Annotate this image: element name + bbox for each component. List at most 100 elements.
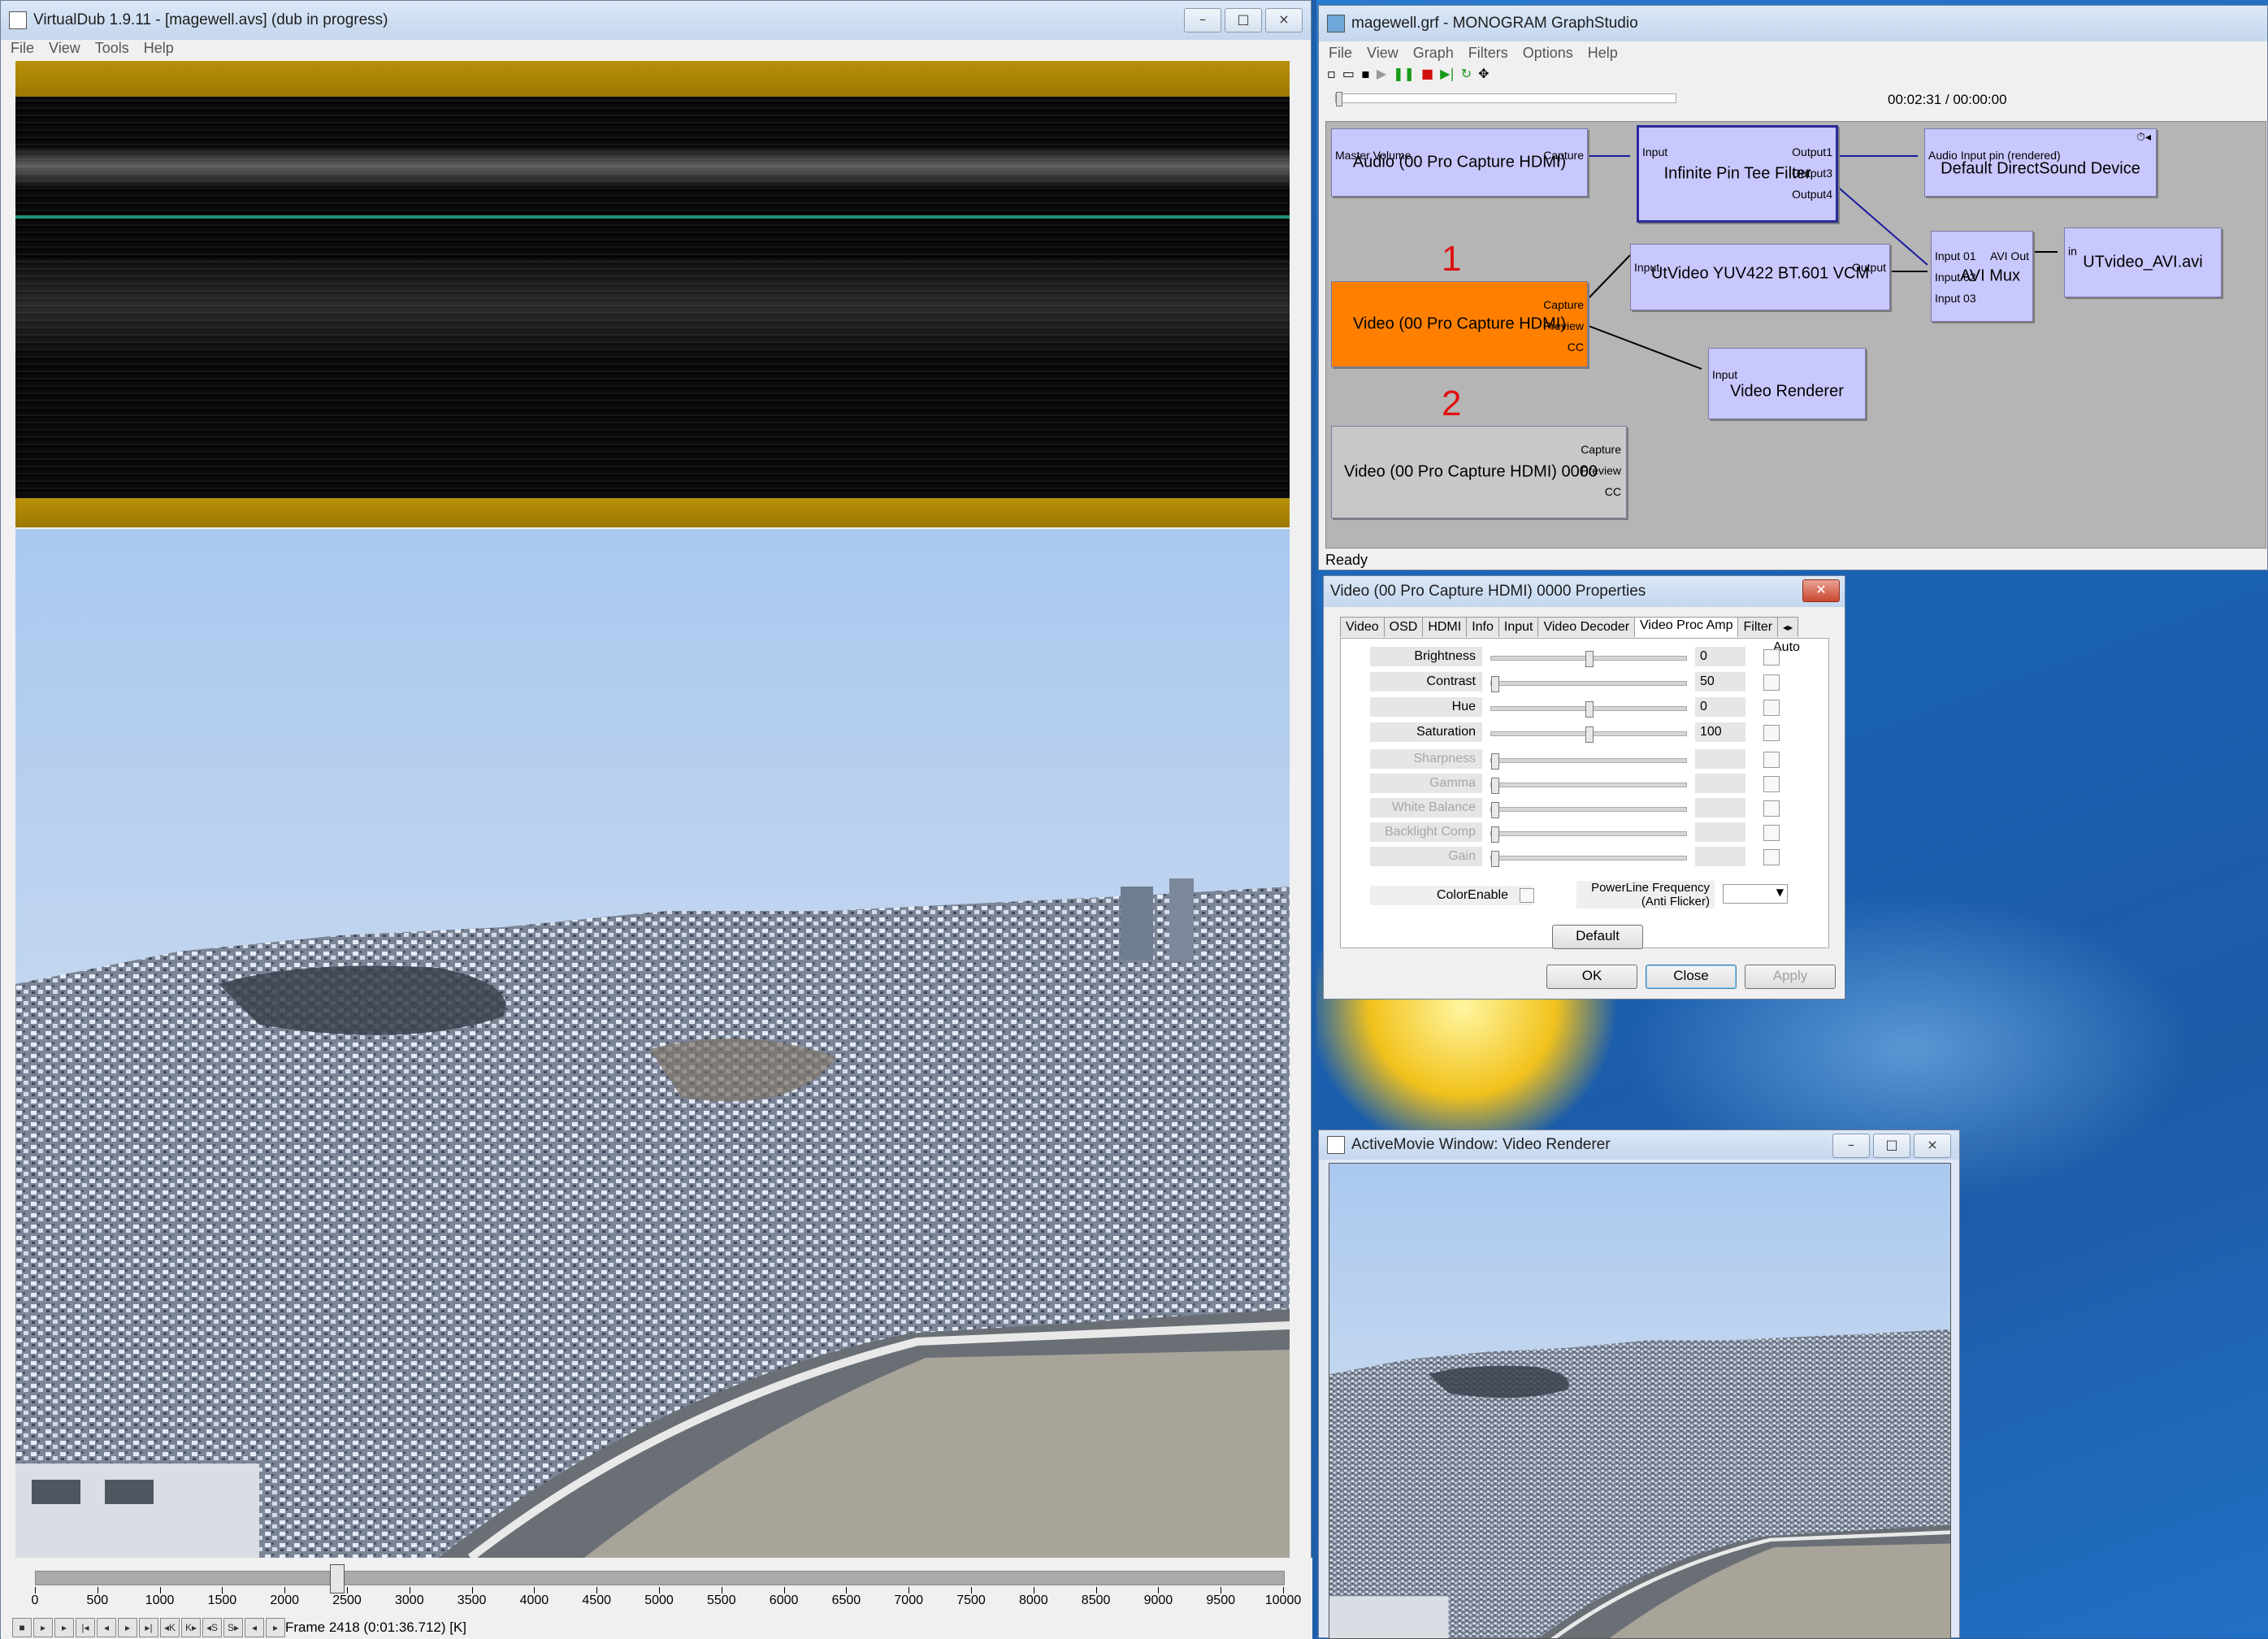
minimize-button[interactable]: –	[1832, 1134, 1870, 1158]
stop-button[interactable]: ■	[12, 1618, 32, 1637]
close-button[interactable]: ×	[1265, 8, 1303, 33]
pin-input[interactable]: Input	[1712, 368, 1737, 381]
filter-avi-file-writer[interactable]: in UTvideo_AVI.avi	[2064, 228, 2222, 297]
filter-infinite-tee[interactable]: Input Output1 Output3 Output4 Infinite P…	[1637, 125, 1838, 223]
tab-video[interactable]: Video	[1340, 617, 1385, 637]
end-button[interactable]: ▸|	[139, 1618, 158, 1637]
prev-key-button[interactable]: ◂K	[160, 1618, 180, 1637]
start-button[interactable]: |◂	[76, 1618, 95, 1637]
auto-checkbox[interactable]	[1763, 674, 1780, 691]
close-button[interactable]: ×	[1914, 1134, 1951, 1158]
pin-output4[interactable]: Output4	[1792, 188, 1832, 201]
filter-audio-capture[interactable]: Master Volume Capture Audio (00 Pro Capt…	[1331, 128, 1588, 197]
tab-video-decoder[interactable]: Video Decoder	[1537, 617, 1636, 637]
auto-checkbox[interactable]	[1763, 725, 1780, 741]
prop-slider[interactable]	[1490, 676, 1687, 692]
ok-button[interactable]: OK	[1546, 965, 1637, 989]
menu-file[interactable]: File	[1329, 45, 1352, 62]
pin-output1[interactable]: Output1	[1792, 145, 1832, 158]
menu-options[interactable]: Options	[1523, 45, 1573, 62]
timeline-track[interactable]	[35, 1571, 1285, 1585]
slider-thumb[interactable]	[1585, 726, 1594, 743]
prop-value[interactable]: 50	[1695, 672, 1745, 692]
play-input-button[interactable]: ▸	[33, 1618, 53, 1637]
filter-avi-mux[interactable]: Input 01 Input 02 Input 03 AVI Out AVI M…	[1931, 231, 2033, 322]
powerline-select[interactable]: ▼	[1723, 884, 1788, 904]
filter-utvideo-encoder[interactable]: Input Output UtVideo YUV422 BT.601 VCM	[1630, 244, 1890, 310]
play-output-button[interactable]: ▸	[54, 1618, 74, 1637]
activemovie-titlebar[interactable]: ActiveMovie Window: Video Renderer – □ ×	[1319, 1130, 1959, 1160]
pin-capture[interactable]: Capture	[1543, 298, 1584, 311]
pin-input-03[interactable]: Input 03	[1935, 292, 1976, 305]
next-key-button[interactable]: K▸	[181, 1618, 201, 1637]
tab-video-proc-amp[interactable]: Video Proc Amp	[1634, 617, 1739, 637]
step-icon[interactable]: ▶|	[1440, 66, 1455, 81]
play-icon[interactable]: ▶	[1377, 66, 1386, 81]
filter-video-renderer[interactable]: Input Video Renderer	[1708, 348, 1866, 419]
open-icon[interactable]: ▭	[1342, 66, 1355, 81]
next-frame-button[interactable]: ▸	[118, 1618, 137, 1637]
auto-checkbox[interactable]	[1763, 700, 1780, 716]
color-enable-checkbox[interactable]	[1520, 888, 1534, 903]
new-icon[interactable]: ▫	[1327, 66, 1336, 81]
menu-help[interactable]: Help	[144, 40, 174, 57]
layout-icon[interactable]: ✥	[1478, 66, 1489, 81]
menu-view[interactable]: View	[1367, 45, 1399, 62]
pin-input[interactable]: Input	[1642, 145, 1667, 158]
pin-input-01[interactable]: Input 01	[1935, 249, 1976, 262]
prop-slider[interactable]	[1490, 651, 1687, 667]
timeline-tick-mark	[534, 1587, 536, 1593]
pin-cc[interactable]: CC	[1568, 340, 1584, 353]
stop-icon[interactable]: ■	[1421, 66, 1433, 81]
slider-thumb[interactable]	[1585, 651, 1594, 667]
pin-cc[interactable]: CC	[1605, 485, 1621, 498]
save-icon[interactable]: ▪	[1361, 66, 1370, 81]
menu-tools[interactable]: Tools	[95, 40, 129, 57]
slider-thumb[interactable]	[1585, 701, 1594, 718]
seek-bar[interactable]	[1335, 92, 1676, 106]
maximize-button[interactable]: □	[1225, 8, 1262, 33]
pin-capture[interactable]: Capture	[1581, 443, 1621, 456]
virtualdub-titlebar[interactable]: VirtualDub 1.9.11 - [magewell.avs] (dub …	[1, 1, 1311, 40]
scene-prev-button[interactable]: ◂S	[202, 1618, 222, 1637]
tab-hdmi[interactable]: HDMI	[1422, 617, 1468, 637]
refresh-icon[interactable]: ↻	[1461, 66, 1472, 81]
prop-value[interactable]: 100	[1695, 722, 1745, 742]
prop-value[interactable]: 0	[1695, 697, 1745, 717]
tab-info[interactable]: Info	[1466, 617, 1499, 637]
maximize-button[interactable]: □	[1873, 1134, 1910, 1158]
tab-input[interactable]: Input	[1498, 617, 1539, 637]
apply-button[interactable]: Apply	[1745, 965, 1836, 989]
mark-in-button[interactable]: ◂	[245, 1618, 264, 1637]
graphstudio-titlebar[interactable]: magewell.grf - MONOGRAM GraphStudio	[1319, 6, 2267, 41]
auto-checkbox[interactable]	[1763, 649, 1780, 666]
properties-tabs: Video OSD HDMI Info Input Video Decoder …	[1340, 617, 1799, 637]
prop-slider[interactable]	[1490, 726, 1687, 743]
graph-time: 00:02:31 / 00:00:00	[1888, 92, 2007, 107]
close-button[interactable]: Close	[1646, 965, 1737, 989]
menu-file[interactable]: File	[11, 40, 34, 57]
tab-scroll-arrows[interactable]: ◂▸	[1777, 617, 1799, 637]
slider-thumb[interactable]	[1491, 676, 1499, 692]
prop-slider[interactable]	[1490, 701, 1687, 718]
menu-graph[interactable]: Graph	[1413, 45, 1454, 62]
tab-filter[interactable]: Filter	[1737, 617, 1779, 637]
timeline-position-thumb[interactable]	[330, 1564, 345, 1593]
prop-value[interactable]: 0	[1695, 647, 1745, 666]
filter-video-capture-2[interactable]: Capture Preview CC Video (00 Pro Capture…	[1331, 426, 1627, 518]
tab-osd[interactable]: OSD	[1383, 617, 1424, 637]
pin-avi-out[interactable]: AVI Out	[1990, 249, 2029, 262]
pause-icon[interactable]: ❚❚	[1393, 66, 1415, 81]
minimize-button[interactable]: –	[1184, 8, 1221, 33]
menu-view[interactable]: View	[49, 40, 80, 57]
properties-titlebar[interactable]: Video (00 Pro Capture HDMI) 0000 Propert…	[1324, 576, 1845, 607]
filter-video-capture-1[interactable]: Capture Preview CC Video (00 Pro Capture…	[1331, 281, 1588, 367]
menu-help[interactable]: Help	[1588, 45, 1618, 62]
filter-directsound[interactable]: Audio Input pin (rendered) ⏱◂ Default Di…	[1924, 128, 2157, 197]
default-button[interactable]: Default	[1552, 925, 1643, 949]
menu-filters[interactable]: Filters	[1468, 45, 1508, 62]
prev-frame-button[interactable]: ◂	[97, 1618, 116, 1637]
close-icon[interactable]: ✕	[1802, 579, 1840, 602]
scene-next-button[interactable]: S▸	[223, 1618, 243, 1637]
mark-out-button[interactable]: ▸	[266, 1618, 285, 1637]
